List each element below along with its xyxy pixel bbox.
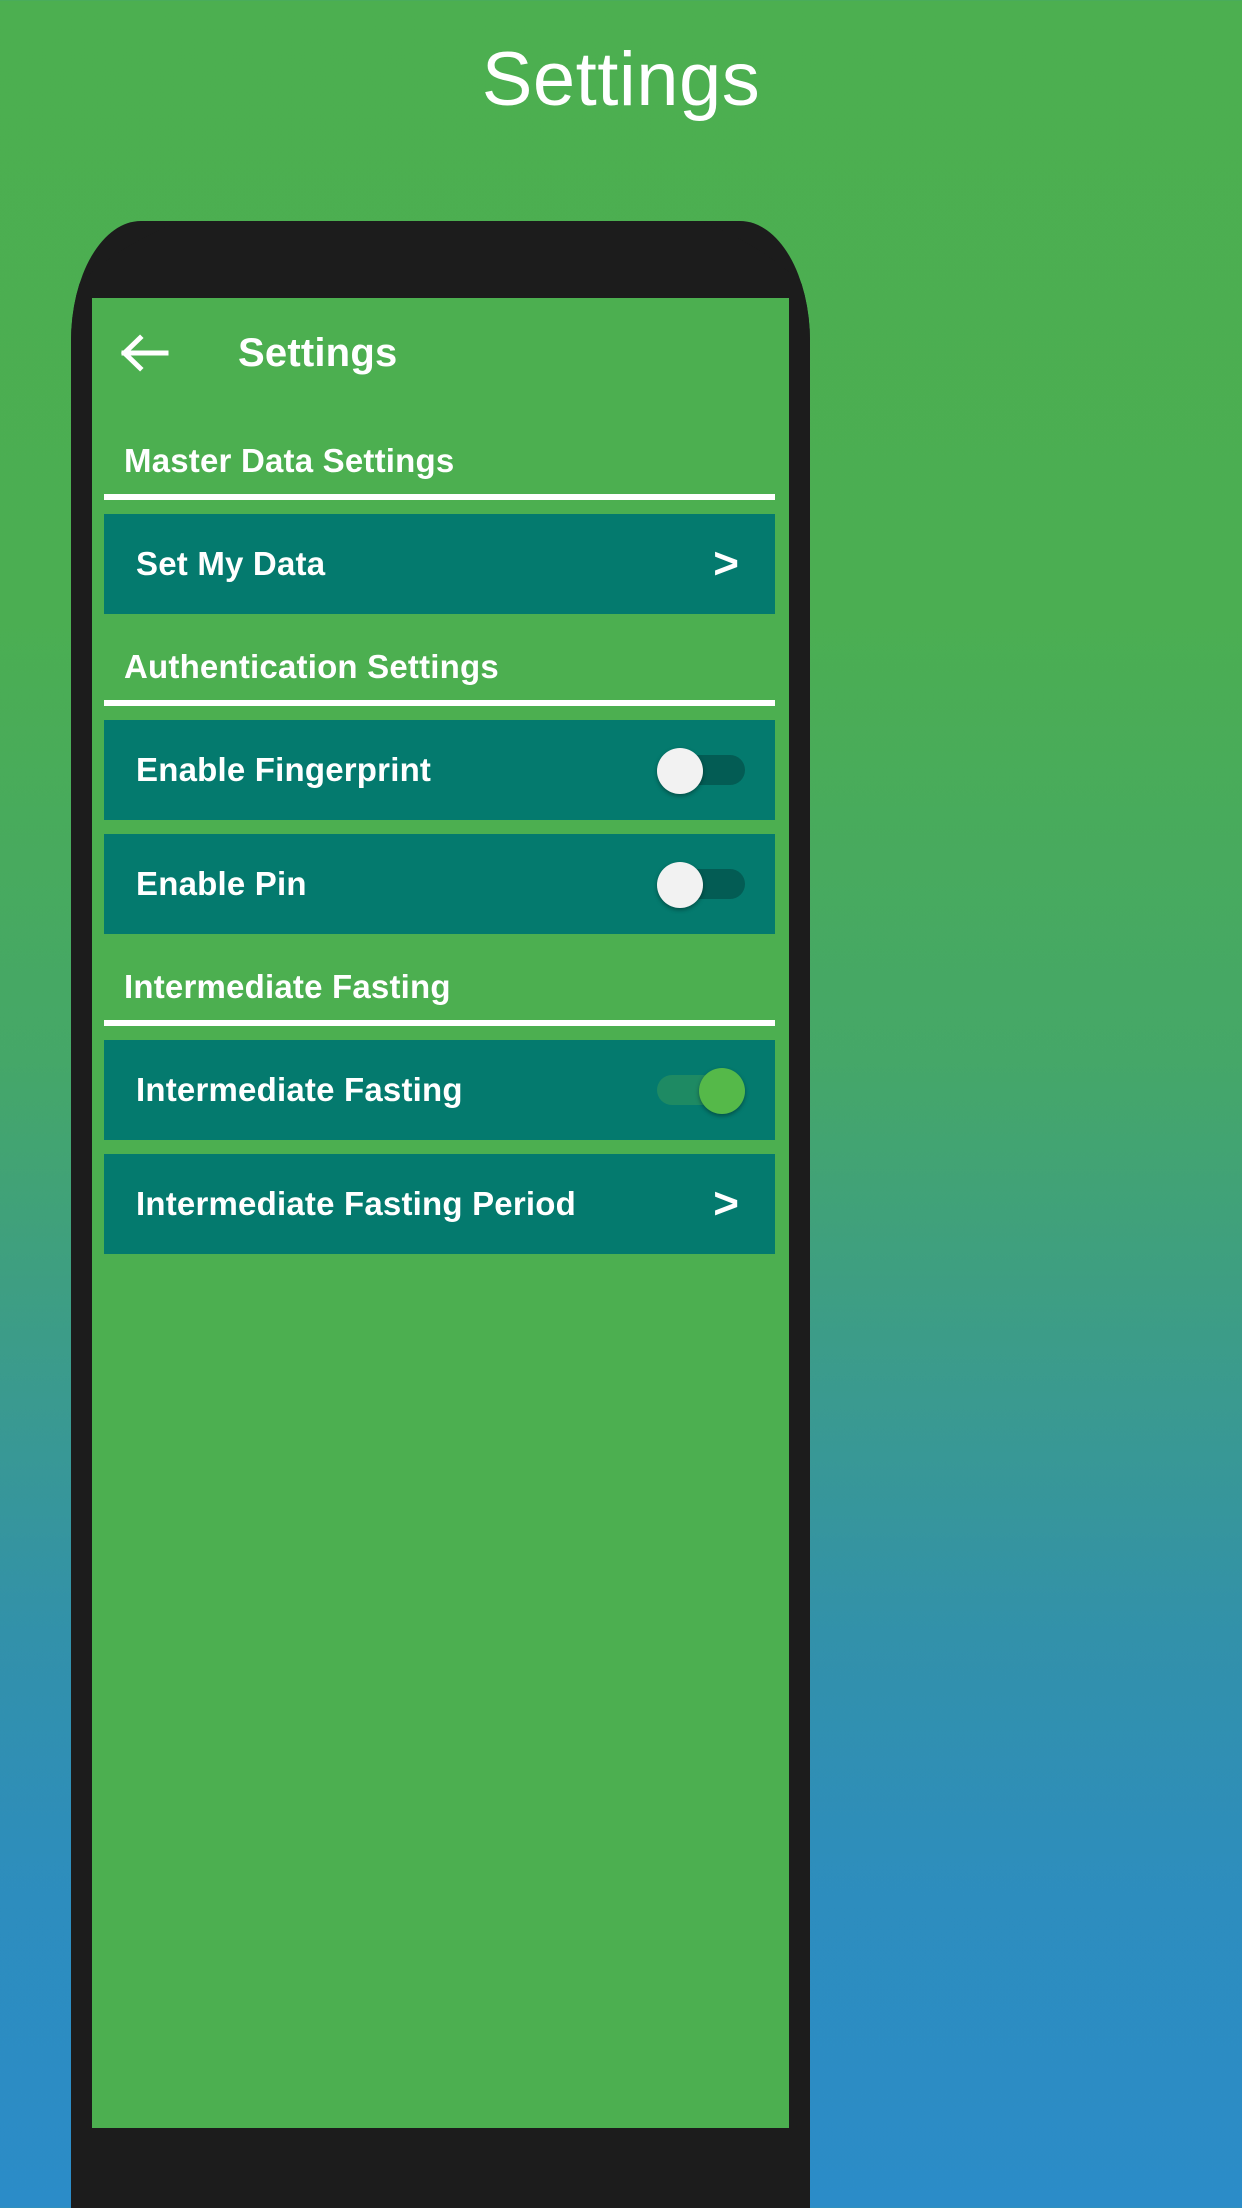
section-header-label: Authentication Settings — [124, 648, 499, 685]
setting-row-set-my-data[interactable]: Set My Data > — [104, 514, 775, 614]
back-arrow-icon[interactable] — [118, 326, 172, 380]
toggle-knob — [699, 1068, 745, 1114]
setting-row-label: Intermediate Fasting — [136, 1071, 463, 1108]
chevron-right-icon[interactable]: > — [713, 1182, 753, 1226]
section-authentication-settings: Authentication Settings Enable Fingerpri… — [92, 634, 789, 934]
phone-device-frame: Settings Master Data Settings Set My Dat… — [71, 221, 810, 2208]
page-title: Settings — [481, 37, 761, 122]
section-divider — [104, 1020, 775, 1026]
setting-row-enable-fingerprint[interactable]: Enable Fingerprint — [104, 720, 775, 820]
section-header-label: Intermediate Fasting — [124, 968, 451, 1005]
toggle-enable-pin[interactable] — [657, 862, 745, 908]
toggle-intermediate-fasting[interactable] — [657, 1068, 745, 1114]
setting-row-label: Enable Fingerprint — [136, 751, 432, 788]
app-screen: Settings Master Data Settings Set My Dat… — [92, 298, 789, 2128]
toggle-knob — [657, 862, 703, 908]
section-divider — [104, 494, 775, 500]
section-intermediate-fasting: Intermediate Fasting Intermediate Fastin… — [92, 954, 789, 1254]
setting-row-intermediate-fasting[interactable]: Intermediate Fasting — [104, 1040, 775, 1140]
app-bar-title: Settings — [238, 330, 398, 375]
toggle-enable-fingerprint[interactable] — [657, 748, 745, 794]
setting-row-label: Enable Pin — [136, 865, 307, 902]
setting-row-intermediate-fasting-period[interactable]: Intermediate Fasting Period > — [104, 1154, 775, 1254]
toggle-knob — [657, 748, 703, 794]
app-bar: Settings — [92, 298, 789, 408]
setting-row-label: Intermediate Fasting Period — [136, 1185, 576, 1222]
chevron-right-icon[interactable]: > — [713, 542, 753, 586]
section-divider — [104, 700, 775, 706]
section-master-data-settings: Master Data Settings Set My Data > — [92, 428, 789, 614]
setting-row-label: Set My Data — [136, 545, 326, 582]
setting-row-enable-pin[interactable]: Enable Pin — [104, 834, 775, 934]
section-header-label: Master Data Settings — [124, 442, 455, 479]
